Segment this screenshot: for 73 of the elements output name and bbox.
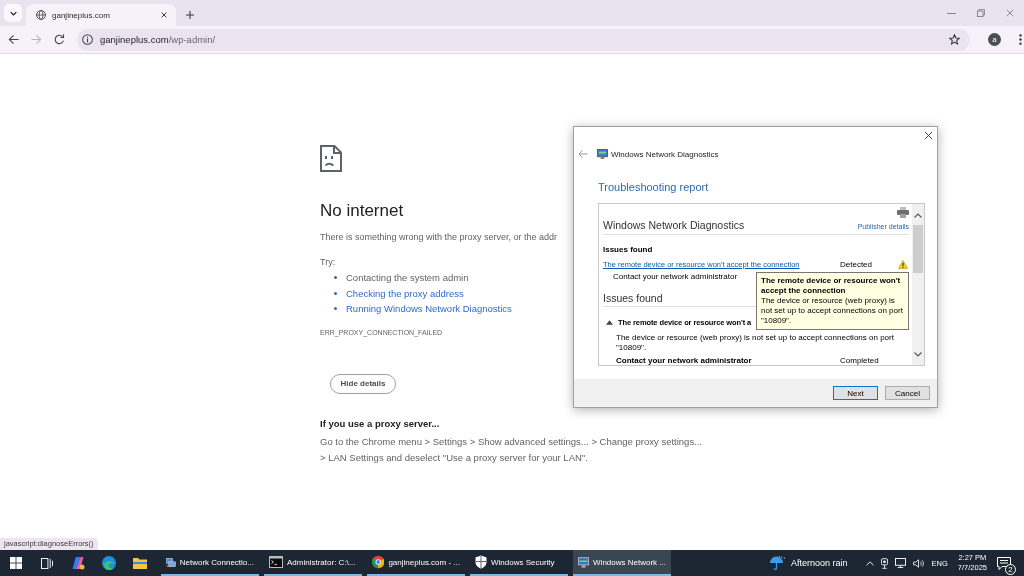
bullet-icon <box>334 276 337 280</box>
notification-badge: 2 <box>1005 563 1016 575</box>
chevron-down-icon <box>9 10 17 16</box>
chevron-up-icon[interactable] <box>914 213 922 218</box>
address-bar[interactable]: ganjineplus.com/wp-admin/ <box>77 28 970 51</box>
webcam-icon[interactable] <box>880 557 888 569</box>
taskbar-app-button[interactable]: ganjineplus.com - ... <box>367 550 465 576</box>
close-icon[interactable] <box>924 131 933 140</box>
section-heading: Issues found <box>603 292 663 306</box>
suggestion-text: Contacting the system admin <box>346 272 469 284</box>
globe-icon <box>36 10 46 20</box>
network-icon <box>166 555 176 569</box>
try-label: Try: <box>320 256 336 268</box>
menu-icon[interactable] <box>1019 34 1022 45</box>
proxy-help-text: Go to the Chrome menu > Settings > Show advanced settings... > Change proxy settings... > LAN Settings and deselect "Use a proxy server for your LAN". <box>320 434 704 465</box>
hide-details-button[interactable]: Hide details <box>330 373 396 394</box>
minimize-icon[interactable] <box>947 12 956 14</box>
action-status: Completed <box>840 356 879 365</box>
chevron-down-icon[interactable] <box>914 352 922 357</box>
report-heading: Troubleshooting report <box>598 181 709 193</box>
error-title: No internet <box>320 201 404 221</box>
profile-avatar[interactable]: a <box>988 33 1001 46</box>
sad-page-icon <box>320 145 342 172</box>
printer-icon[interactable] <box>897 207 909 218</box>
taskbar-app-button[interactable]: Network Connectio... <box>161 550 259 576</box>
plus-icon[interactable] <box>186 11 194 19</box>
umbrella-rain-icon[interactable] <box>769 556 785 570</box>
monitor-icon[interactable] <box>894 558 906 568</box>
monitor-icon <box>597 149 608 159</box>
browser-icon <box>372 555 385 569</box>
monitor-icon <box>578 555 590 569</box>
start-icon[interactable] <box>9 557 22 569</box>
taskbar-app-button[interactable]: Windows Security <box>470 550 568 576</box>
tooltip-title: The remote device or resource won't accept the connection <box>761 276 902 296</box>
next-button[interactable]: Next <box>833 386 878 400</box>
restore-icon[interactable] <box>977 9 985 17</box>
tab-list-button[interactable] <box>4 4 22 22</box>
star-icon[interactable] <box>949 34 960 45</box>
terminal-icon <box>269 556 283 568</box>
notification-icon[interactable] <box>997 556 1011 570</box>
assistant-icon[interactable] <box>70 556 85 570</box>
warning-icon <box>898 260 908 269</box>
tooltip-text: The device or resource (web proxy) is not set up to accept connections on port "10809". <box>761 296 904 326</box>
folder-icon[interactable] <box>132 557 147 569</box>
bullet-icon <box>334 291 337 295</box>
action-title: Contact your network administrator <box>616 356 752 365</box>
suggestion-link[interactable]: Running Windows Network Diagnostics <box>346 303 512 315</box>
shield-icon <box>475 555 487 569</box>
error-message: There is something wrong with the proxy server, or the addr <box>320 231 558 243</box>
weather-text[interactable]: Afternoon rain <box>791 558 848 568</box>
report-title: Windows Network Diagnostics <box>603 219 745 231</box>
suggestion-link[interactable]: Checking the proxy address <box>346 287 464 299</box>
browser-icon[interactable] <box>101 556 116 570</box>
taskbar-app-button[interactable]: Administrator: C:\... <box>264 550 362 576</box>
bullet-icon <box>334 307 337 311</box>
task-view-icon[interactable] <box>40 557 53 569</box>
reload-icon[interactable] <box>54 34 65 45</box>
scrollbar-thumb[interactable] <box>913 225 923 273</box>
back-icon[interactable] <box>8 34 19 45</box>
taskbar-app-button[interactable]: Windows Network ... <box>573 550 671 576</box>
issue-status: Detected <box>840 260 873 269</box>
section-heading: Issues found <box>603 245 653 254</box>
proxy-heading: If you use a proxy server... <box>320 417 440 430</box>
info-icon[interactable] <box>82 34 93 45</box>
collapse-triangle-icon[interactable] <box>606 320 613 325</box>
issue-description: The device or resource (web proxy) is not set up to accept connections on port "10809". <box>616 333 895 353</box>
browser-tab[interactable]: ganjineplus.com <box>26 4 176 26</box>
issue-action: Contact your network administrator <box>612 272 738 281</box>
url-text: ganjineplus.com/wp-admin/ <box>100 34 216 45</box>
cancel-button[interactable]: Cancel <box>885 386 930 400</box>
dialog-title: Windows Network Diagnostics <box>611 149 719 159</box>
speaker-icon[interactable] <box>912 558 924 568</box>
close-icon[interactable] <box>161 12 167 18</box>
